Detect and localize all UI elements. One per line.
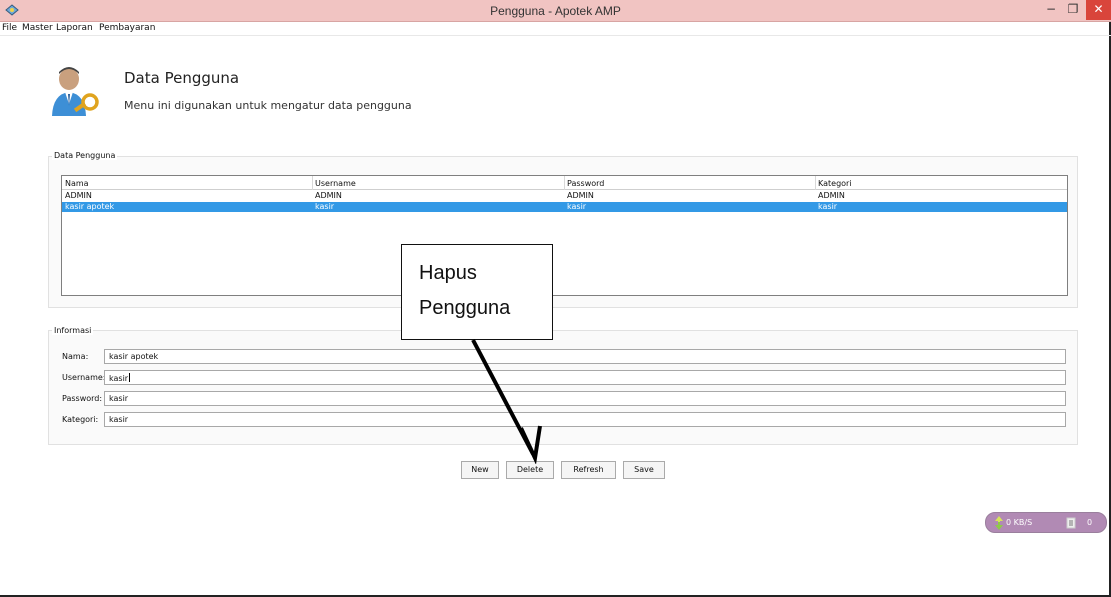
username-label: Username: <box>62 373 106 382</box>
close-button[interactable]: ✕ <box>1086 0 1111 20</box>
menu-pembayaran[interactable]: Pembayaran <box>99 23 155 33</box>
table-row-selected[interactable]: kasir apotek kasir kasir kasir <box>62 202 1067 212</box>
refresh-button[interactable]: Refresh <box>561 461 616 479</box>
annotation-callout: Hapus Pengguna <box>401 244 553 340</box>
nama-field[interactable]: kasir apotek <box>104 349 1066 364</box>
column-divider[interactable] <box>564 176 565 190</box>
password-field[interactable]: kasir <box>104 391 1066 406</box>
column-password[interactable]: Password <box>567 179 604 188</box>
menu-file[interactable]: File <box>2 23 17 33</box>
text-caret <box>129 373 131 382</box>
column-divider[interactable] <box>815 176 816 190</box>
network-speed-widget[interactable]: 0 KB/S 0 <box>985 512 1107 533</box>
menu-master[interactable]: Master <box>22 23 53 33</box>
page-title: Data Pengguna <box>124 69 240 87</box>
table-row[interactable]: ADMIN ADMIN ADMIN ADMIN <box>62 191 1067 201</box>
cell-password: kasir <box>567 202 587 211</box>
cell-nama: kasir apotek <box>65 202 115 211</box>
column-divider[interactable] <box>312 176 313 190</box>
data-pengguna-label: Data Pengguna <box>52 151 118 160</box>
upload-download-icon <box>995 516 1003 530</box>
kategori-label: Kategori: <box>62 415 99 424</box>
callout-line-1: Hapus <box>419 262 477 284</box>
menu-bar: File Master Laporan Pembayaran <box>0 22 1111 36</box>
table-header: Nama Username Password Kategori <box>62 176 1067 190</box>
window-title: Pengguna - Apotek AMP <box>490 4 621 18</box>
network-count: 0 <box>1087 518 1093 527</box>
page-subtitle: Menu ini digunakan untuk mengatur data p… <box>124 99 412 112</box>
app-window: Pengguna - Apotek AMP − ❐ ✕ File Master … <box>0 0 1111 597</box>
save-button[interactable]: Save <box>623 461 665 479</box>
cell-kategori: kasir <box>818 202 838 211</box>
column-kategori[interactable]: Kategori <box>818 179 852 188</box>
callout-line-2: Pengguna <box>419 297 511 319</box>
menu-laporan[interactable]: Laporan <box>56 23 93 33</box>
cell-username: ADMIN <box>315 191 342 200</box>
maximize-button[interactable]: ❐ <box>1062 0 1084 20</box>
minimize-button[interactable]: − <box>1040 0 1062 20</box>
cell-nama: ADMIN <box>65 191 92 200</box>
column-nama[interactable]: Nama <box>65 179 89 188</box>
annotation-arrow-icon <box>471 339 542 464</box>
users-table[interactable]: Nama Username Password Kategori ADMIN AD… <box>61 175 1068 296</box>
user-key-icon <box>52 67 99 116</box>
cell-username: kasir <box>315 202 335 211</box>
cell-password: ADMIN <box>567 191 594 200</box>
cell-kategori: ADMIN <box>818 191 845 200</box>
username-field[interactable]: kasir <box>104 370 1066 385</box>
kategori-field[interactable]: kasir <box>104 412 1066 427</box>
informasi-group <box>48 330 1078 445</box>
password-label: Password: <box>62 394 103 403</box>
document-icon <box>1066 517 1076 529</box>
network-speed: 0 KB/S <box>1006 518 1033 527</box>
column-username[interactable]: Username <box>315 179 356 188</box>
informasi-label: Informasi <box>52 326 94 335</box>
nama-label: Nama: <box>62 352 89 361</box>
title-bar[interactable]: Pengguna - Apotek AMP − ❐ ✕ <box>0 0 1111 22</box>
